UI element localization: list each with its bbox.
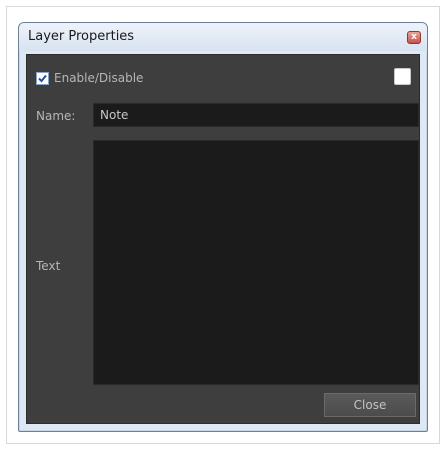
close-button[interactable]: Close — [324, 393, 416, 417]
enable-toggle[interactable]: Enable/Disable — [36, 70, 143, 86]
titlebar[interactable]: Layer Properties x — [19, 23, 427, 51]
enable-label: Enable/Disable — [54, 71, 144, 85]
name-label: Name: — [36, 109, 76, 123]
window-close-icon[interactable]: x — [407, 31, 421, 44]
name-input[interactable]: Note — [93, 103, 419, 127]
enable-checkbox[interactable] — [36, 71, 49, 85]
window-title: Layer Properties — [28, 29, 135, 44]
color-swatch[interactable] — [394, 68, 411, 85]
layer-properties-window: Layer Properties x Enable/Disable Name: … — [18, 22, 428, 432]
text-label: Text — [36, 259, 61, 273]
dialog-body: Enable/Disable Name: Note Text Close — [26, 54, 420, 424]
text-area[interactable] — [93, 140, 419, 385]
checkmark-icon — [38, 74, 47, 82]
